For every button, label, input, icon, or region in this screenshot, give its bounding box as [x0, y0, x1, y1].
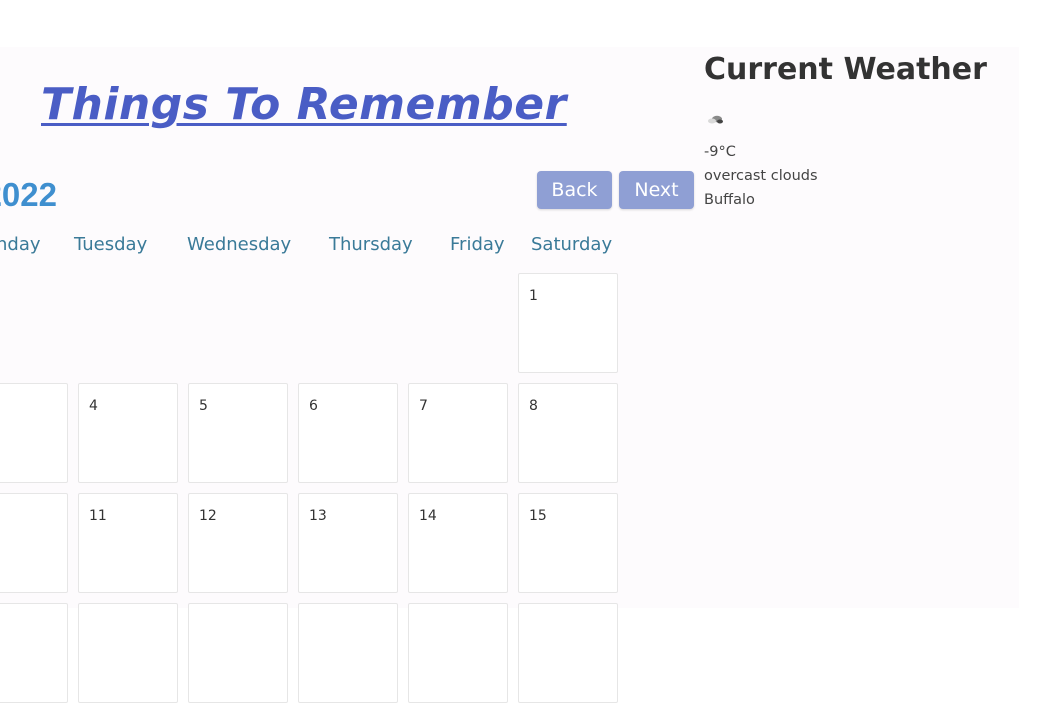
- weekday-monday: nday: [0, 234, 41, 255]
- app-title: Things To Remember: [41, 79, 567, 130]
- day-cell[interactable]: [0, 603, 68, 703]
- day-cell[interactable]: [78, 603, 178, 703]
- day-cell[interactable]: 11: [78, 493, 178, 593]
- day-cell[interactable]: 6: [298, 383, 398, 483]
- weekday-tuesday: Tuesday: [74, 234, 148, 255]
- day-number: 6: [309, 398, 318, 414]
- day-number: 1: [529, 288, 538, 304]
- weekday-wednesday: Wednesday: [187, 234, 292, 255]
- weather-description: overcast clouds: [704, 168, 818, 184]
- day-cell[interactable]: 13: [298, 493, 398, 593]
- day-cell[interactable]: [188, 603, 288, 703]
- weather-city: Buffalo: [704, 192, 755, 208]
- broken-clouds-icon: [708, 115, 723, 124]
- day-number: 8: [529, 398, 538, 414]
- day-cell[interactable]: 8: [518, 383, 618, 483]
- day-number: 15: [529, 508, 547, 524]
- day-cell[interactable]: [0, 493, 68, 593]
- next-button[interactable]: Next: [619, 171, 694, 209]
- day-number: 14: [419, 508, 437, 524]
- weather-title: Current Weather: [704, 52, 987, 87]
- day-number: 5: [199, 398, 208, 414]
- weather-temperature: -9°C: [704, 144, 736, 160]
- day-cell[interactable]: [518, 603, 618, 703]
- day-number: 13: [309, 508, 327, 524]
- day-number: 12: [199, 508, 217, 524]
- day-cell[interactable]: 1: [518, 273, 618, 373]
- weekday-thursday: Thursday: [329, 234, 413, 255]
- month-year-label: 2022: [0, 176, 57, 213]
- weekday-friday: Friday: [450, 234, 505, 255]
- day-cell[interactable]: 15: [518, 493, 618, 593]
- weekday-saturday: Saturday: [531, 234, 613, 255]
- day-cell[interactable]: 12: [188, 493, 288, 593]
- day-number: 4: [89, 398, 98, 414]
- back-button[interactable]: Back: [537, 171, 612, 209]
- day-cell[interactable]: [408, 603, 508, 703]
- day-cell[interactable]: [0, 383, 68, 483]
- day-cell[interactable]: 14: [408, 493, 508, 593]
- day-cell[interactable]: [298, 603, 398, 703]
- day-number: 11: [89, 508, 107, 524]
- day-cell[interactable]: 5: [188, 383, 288, 483]
- day-cell[interactable]: 4: [78, 383, 178, 483]
- day-cell[interactable]: 7: [408, 383, 508, 483]
- day-number: 7: [419, 398, 428, 414]
